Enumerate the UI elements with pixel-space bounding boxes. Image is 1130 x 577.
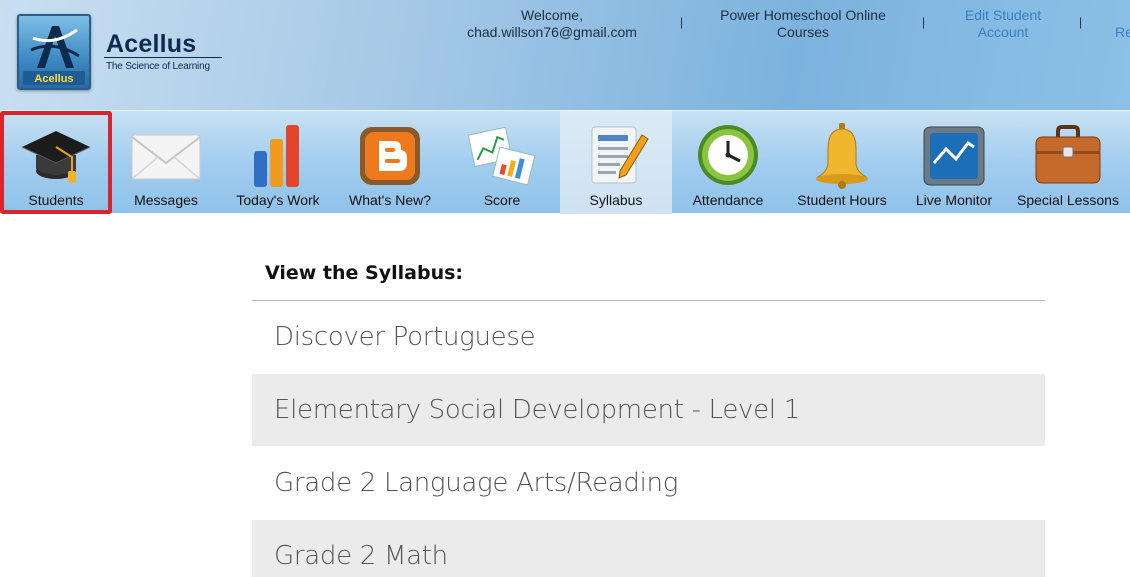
- org-link[interactable]: Power Homeschool Online Courses: [708, 7, 898, 41]
- toolbar-label: Students: [28, 192, 84, 208]
- page-title: View the Syllabus:: [265, 262, 463, 284]
- blogger-icon: [360, 127, 420, 185]
- course-name: Elementary Social Development - Level 1: [274, 395, 800, 425]
- org-line-2: Courses: [776, 24, 830, 40]
- org-line-1: Power Homeschool Online: [720, 7, 886, 23]
- monitor-icon: [923, 126, 985, 186]
- bar-chart-icon: [254, 125, 299, 187]
- course-name: Discover Portuguese: [274, 322, 536, 352]
- graduation-cap-icon: [21, 131, 91, 183]
- welcome-block: Welcome, chad.willson76@gmail.com: [452, 7, 652, 41]
- logo-badge-text: Acellus: [34, 73, 73, 85]
- acellus-logo-icon: Acellus: [23, 26, 85, 85]
- course-row[interactable]: Grade 2 Math: [252, 520, 1045, 577]
- truncated-header-link[interactable]: Re: [1115, 24, 1130, 41]
- toolbar-label: Syllabus: [589, 192, 643, 208]
- brand-name: Acellus: [106, 30, 197, 58]
- toolbar-messages[interactable]: Messages: [110, 111, 222, 214]
- toolbar-label: Score: [483, 192, 521, 208]
- header-bar: Acellus Acellus The Science of Learning …: [0, 0, 1130, 110]
- header-separator: |: [922, 15, 926, 29]
- document-pencil-icon: [591, 126, 649, 184]
- score-charts-icon: [467, 126, 536, 186]
- toolbar-label: Attendance: [692, 192, 764, 208]
- bell-icon: [816, 123, 868, 189]
- brand-divider: [104, 57, 222, 58]
- course-name: Grade 2 Math: [274, 541, 448, 571]
- course-row[interactable]: Grade 2 Language Arts/Reading: [252, 447, 1045, 519]
- toolbar-students[interactable]: Students: [0, 111, 112, 214]
- toolbar-live-monitor[interactable]: Live Monitor: [898, 111, 1010, 214]
- welcome-label: Welcome,: [521, 7, 583, 23]
- envelope-icon: [131, 134, 201, 180]
- toolbar-label: Special Lessons: [1017, 192, 1119, 208]
- toolbar-attendance[interactable]: Attendance: [672, 111, 784, 214]
- edit-line-2: Account: [977, 24, 1029, 40]
- toolbar-label: Today's Work: [236, 192, 320, 208]
- toolbar-special-lessons[interactable]: Special Lessons: [1012, 111, 1124, 214]
- header-separator: |: [1079, 15, 1083, 29]
- course-name: Grade 2 Language Arts/Reading: [274, 468, 679, 498]
- toolbar-whats-new[interactable]: What's New?: [334, 111, 446, 214]
- acellus-logo[interactable]: Acellus: [17, 14, 91, 90]
- course-row[interactable]: Elementary Social Development - Level 1: [252, 374, 1045, 446]
- user-email: chad.willson76@gmail.com: [467, 24, 637, 40]
- edit-line-1: Edit Student: [964, 7, 1042, 23]
- toolbar-score[interactable]: Score: [446, 111, 558, 214]
- briefcase-icon: [1035, 125, 1101, 184]
- toolbar-label: Live Monitor: [915, 192, 993, 208]
- course-row[interactable]: Discover Portuguese: [252, 301, 1045, 373]
- main-toolbar: Students Messages Today's Work What's Ne…: [0, 110, 1130, 214]
- toolbar-label: Student Hours: [797, 192, 887, 208]
- toolbar-syllabus[interactable]: Syllabus: [560, 111, 672, 214]
- header-separator: |: [680, 15, 684, 29]
- clock-icon: [698, 125, 758, 185]
- brand-tagline: The Science of Learning: [106, 61, 210, 72]
- edit-student-account-link[interactable]: Edit Student Account: [955, 7, 1051, 41]
- toolbar-label: Messages: [134, 192, 198, 208]
- toolbar-label: What's New?: [348, 192, 432, 208]
- toolbar-todays-work[interactable]: Today's Work: [222, 111, 334, 214]
- toolbar-student-hours[interactable]: Student Hours: [786, 111, 898, 214]
